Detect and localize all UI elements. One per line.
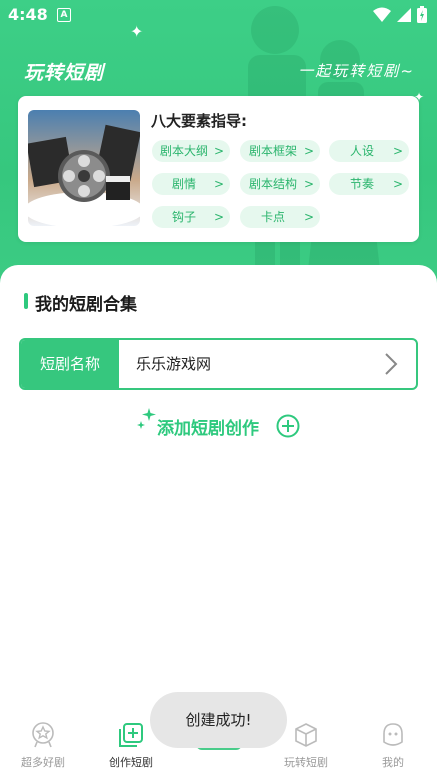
cube-icon [295,723,317,747]
tag-label: 剧本框架 [248,144,297,158]
tag-outline[interactable]: 剧本大纲 > [152,140,230,162]
toast-message: 创建成功! [150,692,287,748]
tag-label: 剧本结构 [248,177,297,191]
app-slogan: 一起玩转短剧~ [298,62,415,80]
plus-circle-icon [276,414,300,438]
tag-rhythm[interactable]: 节奏 > [329,173,409,195]
tag-plot[interactable]: 剧情 > [152,173,230,195]
nav-label: 玩转短剧 [284,756,328,769]
tag-label: 剧本大纲 [159,144,208,158]
status-bar: 4:48 A [0,0,437,30]
tag-label: 卡点 [260,210,285,224]
battery-icon [417,6,427,23]
guide-card: 八大要素指导: 剧本大纲 > 剧本框架 > 人设 > 剧情 > 剧本结构 > 节… [18,96,419,242]
chevron-right-icon: > [303,210,314,224]
chevron-right-icon: > [213,210,224,224]
drama-name-value: 乐乐游戏网 [136,355,212,373]
wifi-icon [372,7,391,22]
tag-character[interactable]: 人设 > [329,140,409,162]
guide-title: 八大要素指导: [151,112,247,130]
tag-label: 人设 [349,144,374,158]
nav-label: 超多好剧 [21,756,65,769]
nav-label: 我的 [382,756,404,769]
nav-item-mine[interactable]: 我的 [353,722,433,770]
tag-label: 节奏 [349,177,374,191]
chevron-right-icon: > [392,144,403,158]
app-title: 玩转短剧 [24,62,105,84]
star-badge-icon [32,722,54,748]
add-drama-button[interactable]: 添加短剧创作 [137,408,307,442]
notification-a-icon: A [57,8,71,22]
signal-icon [396,8,411,22]
chevron-right-icon [385,353,398,375]
sparkle-icon: ✦ [130,22,144,41]
section-title: 我的短剧合集 [35,295,137,315]
nav-item-popular[interactable]: 超多好剧 [3,722,83,770]
tag-beat[interactable]: 卡点 > [240,206,320,228]
tag-label: 剧情 [171,177,196,191]
tag-structure[interactable]: 剧本结构 > [240,173,320,195]
add-drama-label: 添加短剧创作 [157,419,259,439]
status-icons [372,6,427,27]
chevron-right-icon: > [392,177,403,191]
nav-label: 创作短剧 [109,756,153,769]
chevron-right-icon: > [303,177,314,191]
status-time: 4:48 [8,5,48,24]
tag-label: 钩子 [171,210,196,224]
chevron-right-icon: > [213,144,224,158]
section-accent-bar [24,293,28,309]
chevron-right-icon: > [213,177,224,191]
tag-hook[interactable]: 钩子 > [152,206,230,228]
film-cover-image [28,110,140,226]
add-square-icon [119,723,143,747]
drama-name-label: 短剧名称 [21,340,119,388]
tag-framework[interactable]: 剧本框架 > [240,140,320,162]
sparkle-icon [137,408,156,429]
face-icon [383,723,403,746]
chevron-right-icon: > [303,144,314,158]
drama-name-row[interactable]: 短剧名称 乐乐游戏网 [19,338,418,390]
